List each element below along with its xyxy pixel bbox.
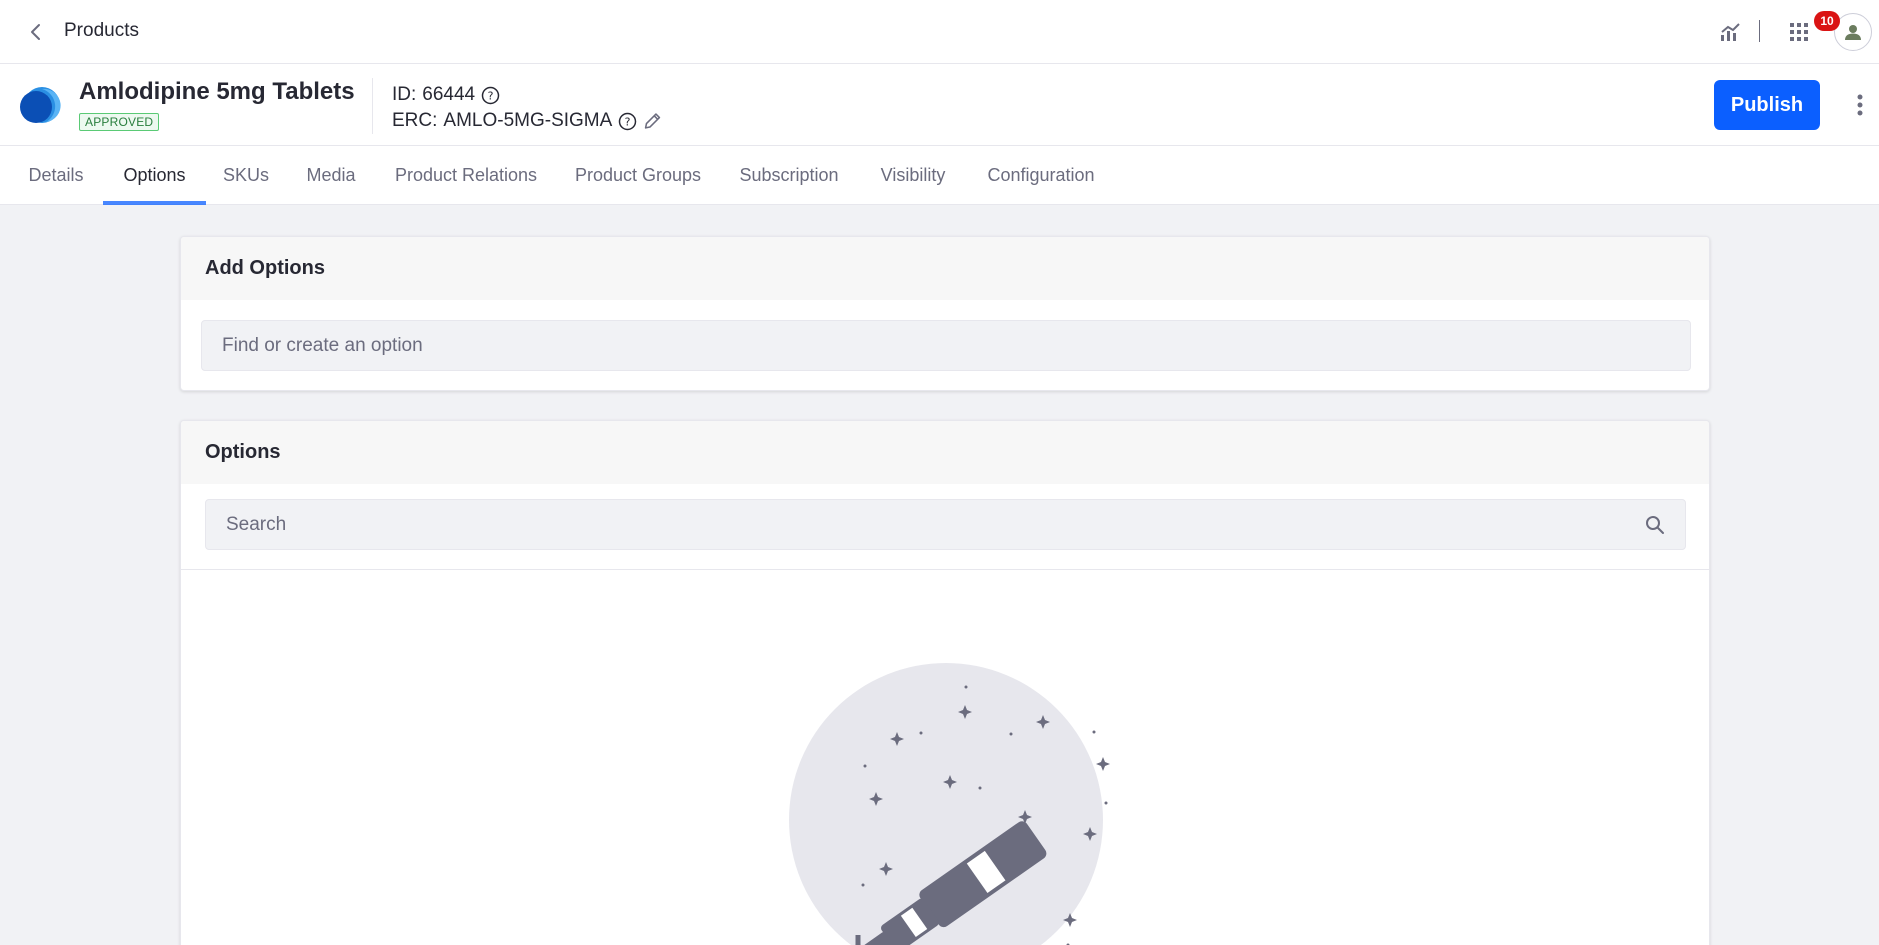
tab-details[interactable]: Details — [12, 146, 100, 205]
tab-visibility[interactable]: Visibility — [862, 146, 964, 205]
product-name: Amlodipine 5mg Tablets — [79, 78, 355, 105]
search-placeholder: Search — [226, 513, 287, 535]
empty-state — [181, 569, 1709, 945]
svg-text:?: ? — [488, 89, 494, 102]
publish-button[interactable]: Publish — [1714, 80, 1820, 130]
product-erc-row: ERC: AMLO-5MG-SIGMA ? — [392, 110, 662, 132]
help-icon[interactable]: ? — [618, 112, 637, 131]
tab-options[interactable]: Options — [103, 146, 206, 205]
telescope-empty-state-icon — [789, 663, 1110, 945]
id-key: ID: — [392, 84, 417, 105]
notification-badge[interactable]: 10 — [1814, 11, 1840, 31]
help-icon[interactable]: ? — [481, 86, 500, 105]
pencil-icon — [645, 113, 661, 129]
top-bar: Products 10 — [0, 0, 1879, 64]
tab-subscription[interactable]: Subscription — [724, 146, 854, 205]
edit-erc-button[interactable] — [643, 112, 662, 131]
header-divider — [372, 78, 373, 134]
back-button[interactable] — [22, 18, 50, 46]
grid-icon — [1790, 23, 1808, 41]
erc-key: ERC: — [392, 110, 438, 131]
tab-product-relations[interactable]: Product Relations — [380, 146, 552, 205]
product-tabs: Details Options SKUs Media Product Relat… — [0, 146, 1879, 205]
analytics-icon — [1721, 23, 1740, 41]
user-icon — [1845, 25, 1861, 40]
options-search-input[interactable]: Search — [205, 499, 1686, 550]
svg-text:?: ? — [625, 115, 631, 128]
status-badge: APPROVED — [79, 113, 160, 131]
options-card: Options Search — [180, 420, 1710, 945]
search-icon[interactable] — [1645, 515, 1665, 535]
add-options-title: Add Options — [181, 237, 1709, 300]
product-logo-icon — [20, 87, 61, 123]
erc-value: AMLO-5MG-SIGMA — [443, 110, 613, 131]
product-header: Amlodipine 5mg Tablets APPROVED ID: 6644… — [0, 64, 1879, 146]
apps-menu-button[interactable] — [1785, 18, 1813, 46]
tab-media[interactable]: Media — [290, 146, 372, 205]
chevron-left-icon — [31, 24, 40, 40]
more-actions-button[interactable] — [1848, 90, 1872, 120]
tab-configuration[interactable]: Configuration — [974, 146, 1108, 205]
options-title: Options — [181, 421, 1709, 484]
tab-product-groups[interactable]: Product Groups — [560, 146, 716, 205]
add-options-card: Add Options Find or create an option — [180, 236, 1710, 391]
option-search-input[interactable]: Find or create an option — [201, 320, 1691, 371]
id-value: 66444 — [422, 84, 476, 105]
product-id-row: ID: 66444 ? — [392, 84, 500, 106]
ellipsis-vertical-icon — [1857, 94, 1863, 116]
page-title: Products — [64, 20, 139, 41]
tab-skus[interactable]: SKUs — [208, 146, 284, 205]
separator — [1759, 20, 1760, 42]
analytics-button[interactable] — [1716, 18, 1744, 46]
